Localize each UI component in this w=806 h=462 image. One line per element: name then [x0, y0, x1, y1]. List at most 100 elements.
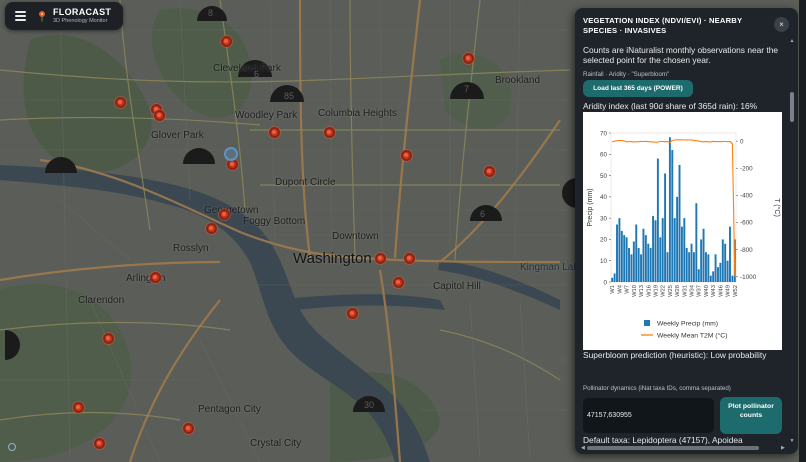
precip-bar	[620, 230, 623, 282]
precip-bar	[659, 237, 662, 282]
bloom-wedge-marker[interactable]	[183, 146, 215, 165]
x-tick-label: W4	[617, 284, 623, 293]
app-brand-bar: FLORACAST 3D Phenology Monitor	[5, 2, 123, 30]
load-power-button[interactable]: Load last 365 days (POWER)	[583, 80, 693, 97]
precip-bar	[635, 224, 638, 282]
close-icon[interactable]: ×	[774, 17, 789, 32]
rainfall-section-label: Rainfall · Aridity · "Superbloom"	[583, 71, 670, 78]
y2-tick-label: -1000	[740, 274, 757, 281]
precip-bar	[685, 247, 688, 282]
precip-bar	[714, 254, 717, 282]
precip-bar	[642, 228, 645, 282]
precip-bar	[664, 173, 667, 282]
y-tick-label: 20	[600, 237, 608, 244]
precip-bar	[707, 254, 710, 282]
observation-marker[interactable]	[268, 126, 280, 138]
wedge-count: 85	[284, 91, 295, 101]
precip-bar	[632, 241, 635, 282]
aridity-index-text: Aridity index (last 90d share of 365d ra…	[583, 101, 758, 111]
wedge-count: 30	[364, 400, 375, 410]
scroll-right-icon[interactable]: ▶	[781, 445, 785, 451]
default-taxa-text: Default taxa: Lepidoptera (47157), Apoid…	[583, 435, 743, 445]
x-tick-label: W22	[661, 285, 667, 297]
panel-title: VEGETATION INDEX (NDVI/EVI) · NEARBY SPE…	[583, 16, 743, 35]
hamburger-menu-icon[interactable]	[8, 4, 32, 28]
map-label: Dupont Circle	[275, 177, 336, 188]
observation-marker[interactable]	[374, 252, 386, 264]
precip-bar	[709, 275, 712, 282]
precip-bar	[680, 226, 683, 282]
precip-bar	[647, 243, 650, 282]
precip-bar	[688, 252, 691, 282]
vertical-scrollbar[interactable]: ▲ ▼	[789, 38, 795, 444]
bloom-wedge-marker[interactable]	[5, 330, 31, 360]
panel-scroll-body[interactable]: Counts are iNaturalist monthly observati…	[575, 8, 798, 454]
observation-marker[interactable]	[102, 332, 114, 344]
observation-marker[interactable]	[218, 208, 230, 220]
observation-marker[interactable]	[346, 307, 358, 319]
scroll-up-icon[interactable]: ▲	[789, 38, 795, 44]
floracast-app: 6 85 7 8 6 30 Washington Cleveland Park …	[0, 0, 806, 462]
scroll-down-icon[interactable]: ▼	[789, 438, 795, 444]
precip-bar	[692, 252, 695, 282]
precip-bar	[661, 218, 664, 282]
map-label: Capitol Hill	[433, 281, 481, 292]
precip-bar	[654, 220, 657, 282]
window-edge	[799, 0, 806, 462]
observation-marker[interactable]	[114, 96, 126, 108]
scrollbar-thumb[interactable]	[587, 446, 759, 450]
y2-tick-label: -200	[740, 166, 753, 173]
x-tick-label: W13	[639, 285, 645, 297]
taxa-ids-input[interactable]	[583, 398, 714, 433]
legend-label-temp: Weekly Mean T2M (°C)	[657, 332, 727, 340]
flower-logo-icon	[39, 11, 45, 22]
map-attribution[interactable]	[8, 443, 16, 451]
observation-marker[interactable]	[205, 222, 217, 234]
selected-location-pin[interactable]	[224, 147, 238, 161]
y-tick-label: 40	[600, 194, 608, 201]
observation-marker[interactable]	[149, 271, 161, 283]
map-label: Woodley Park	[235, 110, 298, 121]
wedge-count: 6	[480, 209, 486, 219]
x-tick-label: W1	[610, 285, 616, 294]
horizontal-scrollbar[interactable]: ◀ ▶	[581, 445, 787, 451]
observation-marker[interactable]	[392, 276, 404, 288]
observation-marker[interactable]	[462, 52, 474, 64]
precip-bar	[671, 150, 674, 282]
scrollbar-thumb[interactable]	[790, 92, 794, 122]
precip-bar	[637, 247, 640, 282]
observation-marker[interactable]	[153, 109, 165, 121]
x-tick-label: W19	[653, 285, 659, 297]
y-tick-label: 60	[600, 152, 608, 159]
bloom-wedge-marker[interactable]	[45, 155, 77, 174]
observation-marker[interactable]	[483, 165, 495, 177]
map-label: Downtown	[332, 231, 379, 242]
precip-bar	[668, 137, 671, 282]
observation-marker[interactable]	[400, 149, 412, 161]
plot-pollinator-button[interactable]: Plot pollinator counts	[720, 397, 782, 434]
precip-bar	[613, 273, 616, 282]
y2-tick-label: 0	[740, 138, 744, 145]
y2-tick-label: -400	[740, 193, 753, 200]
x-tick-label: W31	[682, 285, 688, 297]
bloom-wedge-marker[interactable]	[470, 203, 502, 222]
precip-bar	[630, 254, 633, 282]
observation-marker[interactable]	[93, 437, 105, 449]
y-tick-label: 30	[600, 215, 608, 222]
y2-tick-label: -800	[740, 247, 753, 254]
map-label: Crystal City	[250, 438, 302, 449]
brand-text: FLORACAST 3D Phenology Monitor	[53, 7, 111, 25]
bloom-wedge-marker[interactable]	[557, 178, 577, 208]
x-tick-label: W25	[668, 285, 674, 297]
observation-marker[interactable]	[220, 35, 232, 47]
observation-marker[interactable]	[323, 126, 335, 138]
leaflet-logo-icon	[8, 443, 16, 451]
observation-marker[interactable]	[403, 252, 415, 264]
observation-marker[interactable]	[72, 401, 84, 413]
rainfall-chart: 0 10 20 30 40 50 60 70 0 -200 -400 -600 -800 -1000 W1 W…	[583, 112, 782, 350]
scroll-left-icon[interactable]: ◀	[581, 445, 585, 451]
x-tick-label: W28	[675, 285, 681, 297]
y2-tick-label: -600	[740, 220, 753, 227]
map-label: Brookland	[495, 75, 541, 86]
observation-marker[interactable]	[182, 422, 194, 434]
